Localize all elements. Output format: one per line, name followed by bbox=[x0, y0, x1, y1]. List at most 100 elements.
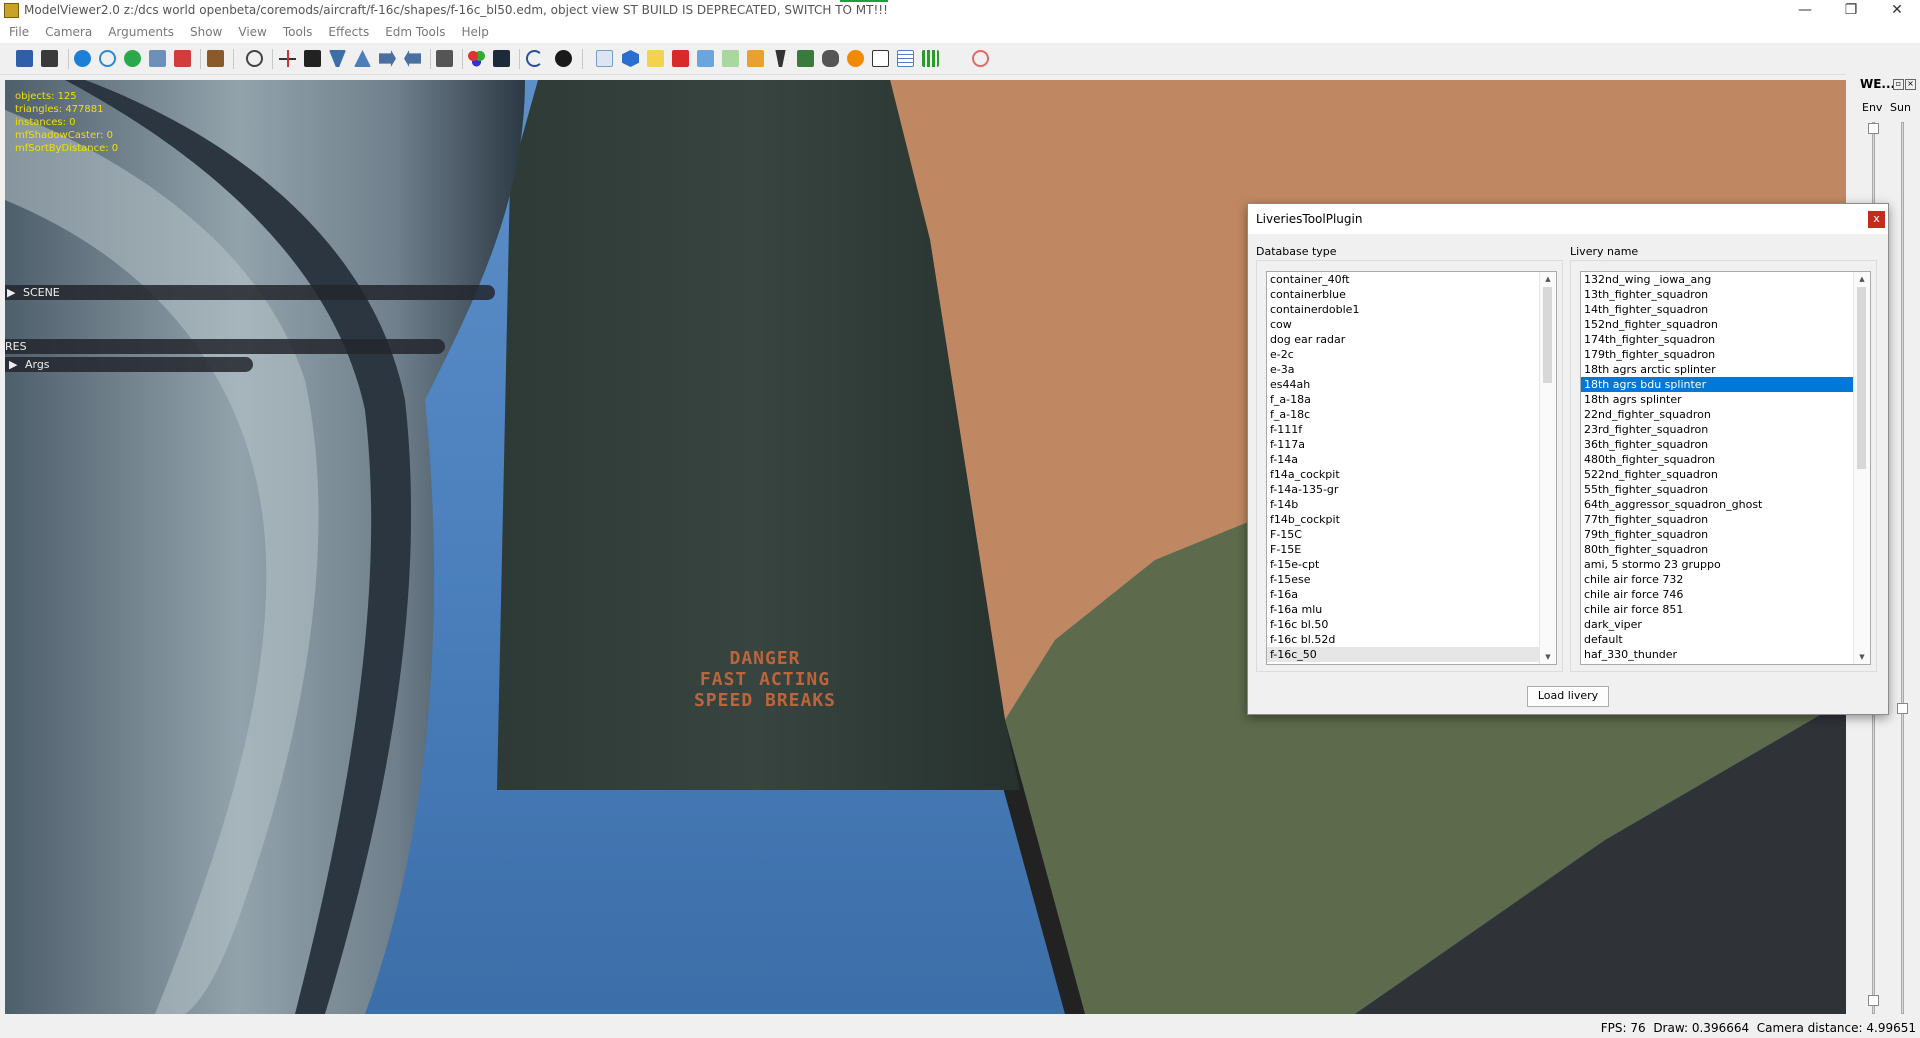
close-button[interactable]: ✕ bbox=[1874, 0, 1920, 22]
env-slider-handle[interactable] bbox=[1868, 123, 1879, 134]
list-item[interactable]: 36th_fighter_squadron bbox=[1581, 437, 1870, 452]
menu-effects[interactable]: Effects bbox=[319, 22, 376, 43]
bar-chart-icon[interactable] bbox=[596, 50, 613, 67]
menu-view[interactable]: View bbox=[229, 22, 273, 43]
blue-box-icon[interactable] bbox=[697, 50, 714, 67]
dialog-close-button[interactable]: x bbox=[1868, 211, 1885, 228]
list-item[interactable]: 18th agrs arctic splinter bbox=[1581, 362, 1870, 377]
camera-icon[interactable] bbox=[246, 50, 263, 67]
list-item[interactable]: 522nd_fighter_squadron bbox=[1581, 467, 1870, 482]
list-item[interactable]: f-14a-135-gr bbox=[1267, 482, 1556, 497]
list-item[interactable]: f-14a bbox=[1267, 452, 1556, 467]
database-scrollbar[interactable]: ▲ ▼ bbox=[1539, 272, 1556, 664]
scroll-thumb[interactable] bbox=[1857, 287, 1866, 469]
panel-close-icon[interactable]: × bbox=[1905, 79, 1916, 90]
list-item[interactable]: containerblue bbox=[1267, 287, 1556, 302]
list-item[interactable]: f-16a mlu bbox=[1267, 602, 1556, 617]
list-item[interactable]: containerdoble1 bbox=[1267, 302, 1556, 317]
list-item[interactable]: dog ear radar bbox=[1267, 332, 1556, 347]
list-item[interactable]: F-15E bbox=[1267, 542, 1556, 557]
restore-button[interactable]: ❐ bbox=[1828, 0, 1874, 22]
green-box-icon[interactable] bbox=[722, 50, 739, 67]
list-item[interactable]: 13th_fighter_squadron bbox=[1581, 287, 1870, 302]
list-item[interactable]: 22nd_fighter_squadron bbox=[1581, 407, 1870, 422]
monitor-icon[interactable] bbox=[493, 50, 510, 67]
list-item[interactable]: chile air force 732 bbox=[1581, 572, 1870, 587]
list-item[interactable]: 55th_fighter_squadron bbox=[1581, 482, 1870, 497]
target-icon[interactable] bbox=[972, 50, 989, 67]
edit-icon[interactable] bbox=[872, 50, 889, 67]
list-item[interactable]: 14th_fighter_squadron bbox=[1581, 302, 1870, 317]
sun-slider-handle[interactable] bbox=[1897, 703, 1908, 714]
menu-show[interactable]: Show bbox=[181, 22, 229, 43]
reload-icon[interactable] bbox=[41, 50, 58, 67]
figure-icon[interactable] bbox=[174, 50, 191, 67]
sphere-icon[interactable] bbox=[847, 50, 864, 67]
list-item[interactable]: f-16c_50 bbox=[1267, 647, 1556, 662]
list-item[interactable]: haf_330_thunder bbox=[1581, 647, 1870, 662]
tree-scene[interactable]: ▶ SCENE bbox=[5, 285, 495, 300]
list-item[interactable]: 174th_fighter_squadron bbox=[1581, 332, 1870, 347]
list-item[interactable]: f-15e-cpt bbox=[1267, 557, 1556, 572]
cone-icon[interactable] bbox=[354, 50, 371, 67]
list-item[interactable]: 79th_fighter_squadron bbox=[1581, 527, 1870, 542]
tree-res[interactable]: RES bbox=[5, 339, 445, 354]
env-slider-handle-bottom[interactable] bbox=[1868, 995, 1879, 1006]
list-item[interactable]: f-16c bl.52d bbox=[1267, 632, 1556, 647]
list-item[interactable]: f14b_cockpit bbox=[1267, 512, 1556, 527]
list-item[interactable]: 18th agrs bdu splinter bbox=[1581, 377, 1870, 392]
rgb-icon[interactable] bbox=[468, 50, 485, 67]
list-item[interactable]: chile air force 851 bbox=[1581, 602, 1870, 617]
funnel-icon[interactable] bbox=[329, 50, 346, 67]
globe-icon[interactable] bbox=[74, 50, 91, 67]
minimize-button[interactable]: — bbox=[1782, 0, 1828, 22]
menu-edm-tools[interactable]: Edm Tools bbox=[376, 22, 452, 43]
grid-icon[interactable] bbox=[304, 50, 321, 67]
list-item[interactable]: f-117a bbox=[1267, 437, 1556, 452]
box-icon[interactable] bbox=[207, 50, 224, 67]
binoculars-icon[interactable] bbox=[822, 50, 839, 67]
chart-line-icon[interactable] bbox=[747, 50, 764, 67]
list-item[interactable]: ami, 5 stormo 23 gruppo bbox=[1581, 557, 1870, 572]
list-item[interactable]: F-15C bbox=[1267, 527, 1556, 542]
tree-args[interactable]: ▶ Args bbox=[5, 357, 253, 372]
pin-icon[interactable] bbox=[775, 50, 786, 67]
list-item[interactable]: chile air force 746 bbox=[1581, 587, 1870, 602]
red-box-icon[interactable] bbox=[672, 50, 689, 67]
list-item[interactable]: es44ah bbox=[1267, 377, 1556, 392]
scroll-down-icon[interactable]: ▼ bbox=[1540, 650, 1556, 664]
dots-grid-icon[interactable] bbox=[922, 50, 939, 67]
menu-file[interactable]: File bbox=[0, 22, 36, 43]
list-item[interactable]: 152nd_fighter_squadron bbox=[1581, 317, 1870, 332]
folder-icon[interactable] bbox=[647, 50, 664, 67]
texture-icon[interactable] bbox=[436, 50, 453, 67]
list-item[interactable]: 132nd_wing _iowa_ang bbox=[1581, 272, 1870, 287]
list-item[interactable]: f-14b bbox=[1267, 497, 1556, 512]
table-icon[interactable] bbox=[897, 50, 914, 67]
undo-icon[interactable] bbox=[526, 50, 543, 67]
cube-icon[interactable] bbox=[622, 50, 639, 67]
sun-slider[interactable] bbox=[1897, 122, 1908, 1014]
list-item[interactable]: 77th_fighter_squadron bbox=[1581, 512, 1870, 527]
livery-name-list[interactable]: 132nd_wing _iowa_ang 13th_fighter_squadro… bbox=[1580, 271, 1871, 665]
scroll-thumb[interactable] bbox=[1543, 287, 1552, 383]
list-item[interactable]: cow bbox=[1267, 317, 1556, 332]
list-item[interactable]: e-2c bbox=[1267, 347, 1556, 362]
arrow-right-icon[interactable] bbox=[379, 50, 396, 67]
sync-icon[interactable] bbox=[124, 50, 141, 67]
list-item[interactable]: 23rd_fighter_squadron bbox=[1581, 422, 1870, 437]
list-item[interactable]: 179th_fighter_squadron bbox=[1581, 347, 1870, 362]
refresh-icon[interactable] bbox=[99, 50, 116, 67]
save-icon[interactable] bbox=[16, 50, 33, 67]
list-item[interactable]: f_a-18a bbox=[1267, 392, 1556, 407]
list-item[interactable]: f-15ese bbox=[1267, 572, 1556, 587]
menu-arguments[interactable]: Arguments bbox=[99, 22, 181, 43]
list-item[interactable]: f-111f bbox=[1267, 422, 1556, 437]
list-item[interactable]: e-3a bbox=[1267, 362, 1556, 377]
list-item[interactable]: 18th agrs splinter bbox=[1581, 392, 1870, 407]
list-item[interactable]: dark_viper bbox=[1581, 617, 1870, 632]
float-icon[interactable]: ▫ bbox=[1893, 79, 1904, 90]
list-item[interactable]: 80th_fighter_squadron bbox=[1581, 542, 1870, 557]
list-item[interactable]: default bbox=[1581, 632, 1870, 647]
menu-help[interactable]: Help bbox=[452, 22, 495, 43]
